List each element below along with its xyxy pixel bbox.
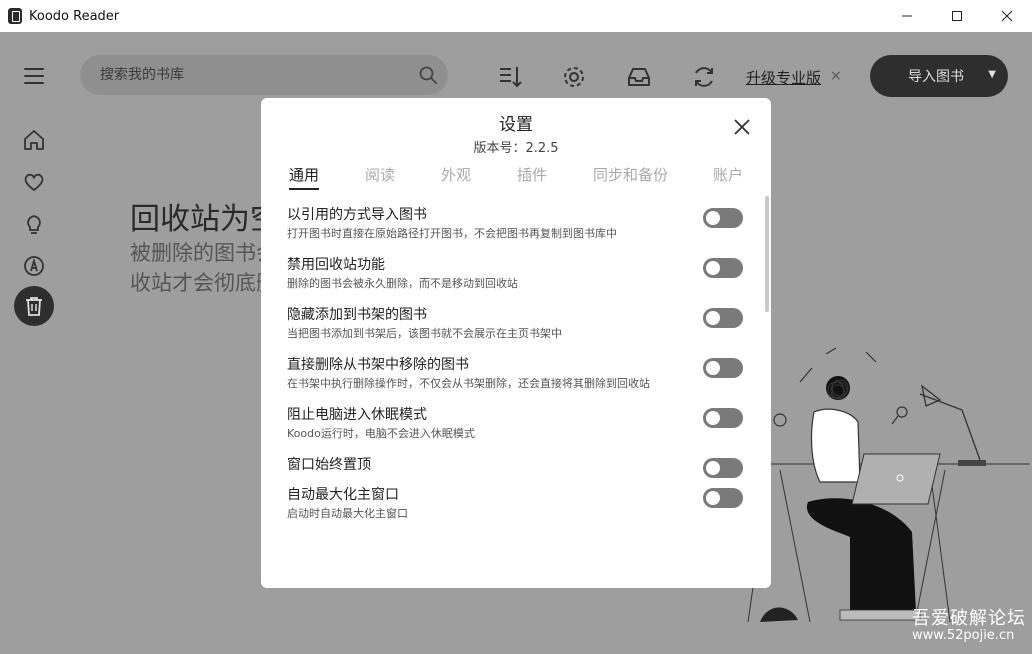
sidebar-item-trash[interactable] <box>14 286 54 326</box>
search-input[interactable] <box>100 67 400 83</box>
upgrade-dismiss-button[interactable]: × <box>830 68 842 84</box>
empty-trash-description: 被删除的图书会被移到回收站， 收站才会彻底删除 <box>130 238 264 298</box>
setting-title: 禁用回收站功能 <box>287 257 385 273</box>
hamburger-line <box>24 68 44 70</box>
setting-prevent-sleep: 阻止电脑进入休眠模式 Koodo运行时，电脑不会进入休眠模式 <box>287 404 747 454</box>
setting-auto-maximize: 自动最大化主窗口 启动时自动最大化主窗口 <box>287 484 747 534</box>
version-label: 版本号：2.2.5 <box>473 141 559 156</box>
gear-icon[interactable] <box>561 64 587 90</box>
setting-description: 在书架中执行删除操作时，不仅会从书架删除，还会直接将其删除到回收站 <box>287 377 650 390</box>
sort-icon[interactable] <box>497 64 523 90</box>
tab-appearance[interactable]: 外观 <box>441 164 471 190</box>
lightbulb-icon[interactable] <box>22 212 46 236</box>
hide-shelf-books-toggle[interactable] <box>703 308 743 328</box>
upgrade-pro-link[interactable]: 升级专业版 <box>746 67 821 88</box>
setting-always-on-top: 窗口始终置顶 <box>287 454 747 484</box>
settings-dialog: 设置 版本号：2.2.5 通用 阅读 外观 插件 同步和备份 账户 以引用的方式… <box>261 98 771 588</box>
minimize-button[interactable] <box>882 0 932 32</box>
close-window-button[interactable] <box>982 0 1032 32</box>
watermark-url: www.52pojie.cn <box>912 628 1015 643</box>
heart-icon[interactable] <box>22 170 46 194</box>
menu-toggle-button[interactable] <box>24 68 44 84</box>
sync-icon[interactable] <box>691 64 717 90</box>
search-box <box>80 55 448 95</box>
app-title: Koodo Reader <box>29 8 120 24</box>
setting-delete-shelf-removed: 直接删除从书架中移除的图书 在书架中执行删除操作时，不仅会从书架删除，还会直接将… <box>287 354 747 404</box>
import-books-label: 导入图书 <box>908 69 964 85</box>
inbox-icon[interactable] <box>626 64 652 90</box>
empty-trash-title: 回收站为空 <box>130 202 264 237</box>
setting-import-by-reference: 以引用的方式导入图书 打开图书时直接在原始路径打开图书，不会把图书再复制到图书库… <box>287 204 747 254</box>
settings-scrollbar[interactable] <box>765 196 769 312</box>
setting-description: 删除的图书会被永久删除，而不是移动到回收站 <box>287 277 518 290</box>
always-on-top-toggle[interactable] <box>703 458 743 478</box>
maximize-icon <box>952 11 962 21</box>
disable-trash-toggle[interactable] <box>703 258 743 278</box>
setting-title: 直接删除从书架中移除的图书 <box>287 357 469 373</box>
home-icon[interactable] <box>22 128 46 152</box>
import-by-reference-toggle[interactable] <box>703 208 743 228</box>
tab-general[interactable]: 通用 <box>289 164 320 190</box>
auto-maximize-toggle[interactable] <box>703 488 743 508</box>
delete-shelf-removed-toggle[interactable] <box>703 358 743 378</box>
settings-title: 设置 <box>499 115 533 135</box>
setting-title: 自动最大化主窗口 <box>287 487 399 503</box>
setting-title: 隐藏添加到书架的图书 <box>287 307 427 323</box>
hamburger-line <box>24 75 44 77</box>
search-icon[interactable] <box>418 65 438 85</box>
setting-description: Koodo运行时，电脑不会进入休眠模式 <box>287 427 475 440</box>
setting-disable-trash: 禁用回收站功能 删除的图书会被永久删除，而不是移动到回收站 <box>287 254 747 304</box>
tab-plugins[interactable]: 插件 <box>517 164 547 190</box>
highlighter-icon[interactable] <box>22 254 46 278</box>
tab-account[interactable]: 账户 <box>713 164 743 190</box>
minimize-icon <box>902 15 912 17</box>
setting-hide-shelf-books: 隐藏添加到书架的图书 当把图书添加到书架后，该图书就不会展示在主页书架中 <box>287 304 747 354</box>
setting-description: 打开图书时直接在原始路径打开图书，不会把图书再复制到图书库中 <box>287 227 617 240</box>
watermark-title: 吾爱破解论坛 <box>912 608 1026 629</box>
close-icon <box>1001 10 1013 22</box>
import-dropdown-icon[interactable]: ▼ <box>988 69 996 80</box>
tab-sync-backup[interactable]: 同步和备份 <box>593 164 668 190</box>
setting-description: 当把图书添加到书架后，该图书就不会展示在主页书架中 <box>287 327 562 340</box>
prevent-sleep-toggle[interactable] <box>703 408 743 428</box>
tab-reading[interactable]: 阅读 <box>365 164 395 190</box>
window-controls <box>882 0 1032 32</box>
import-books-button[interactable]: 导入图书 ▼ <box>870 55 1008 97</box>
title-bar: Koodo Reader <box>0 0 1032 32</box>
maximize-button[interactable] <box>932 0 982 32</box>
hamburger-line <box>24 82 44 84</box>
close-icon[interactable] <box>733 118 751 136</box>
settings-tabs: 通用 阅读 外观 插件 同步和备份 账户 <box>261 164 771 192</box>
app-logo-icon <box>8 8 22 24</box>
trash-icon <box>26 297 42 316</box>
setting-title: 阻止电脑进入休眠模式 <box>287 407 427 423</box>
settings-list: 以引用的方式导入图书 打开图书时直接在原始路径打开图书，不会把图书再复制到图书库… <box>287 204 747 534</box>
empty-trash-desc-line1: 被删除的图书会被移到回收站， <box>130 241 264 265</box>
setting-description: 启动时自动最大化主窗口 <box>287 507 408 520</box>
reading-person-illustration <box>740 347 1030 622</box>
empty-trash-desc-line2: 收站才会彻底删除 <box>130 271 264 295</box>
setting-title: 窗口始终置顶 <box>287 457 371 473</box>
setting-title: 以引用的方式导入图书 <box>287 207 427 223</box>
